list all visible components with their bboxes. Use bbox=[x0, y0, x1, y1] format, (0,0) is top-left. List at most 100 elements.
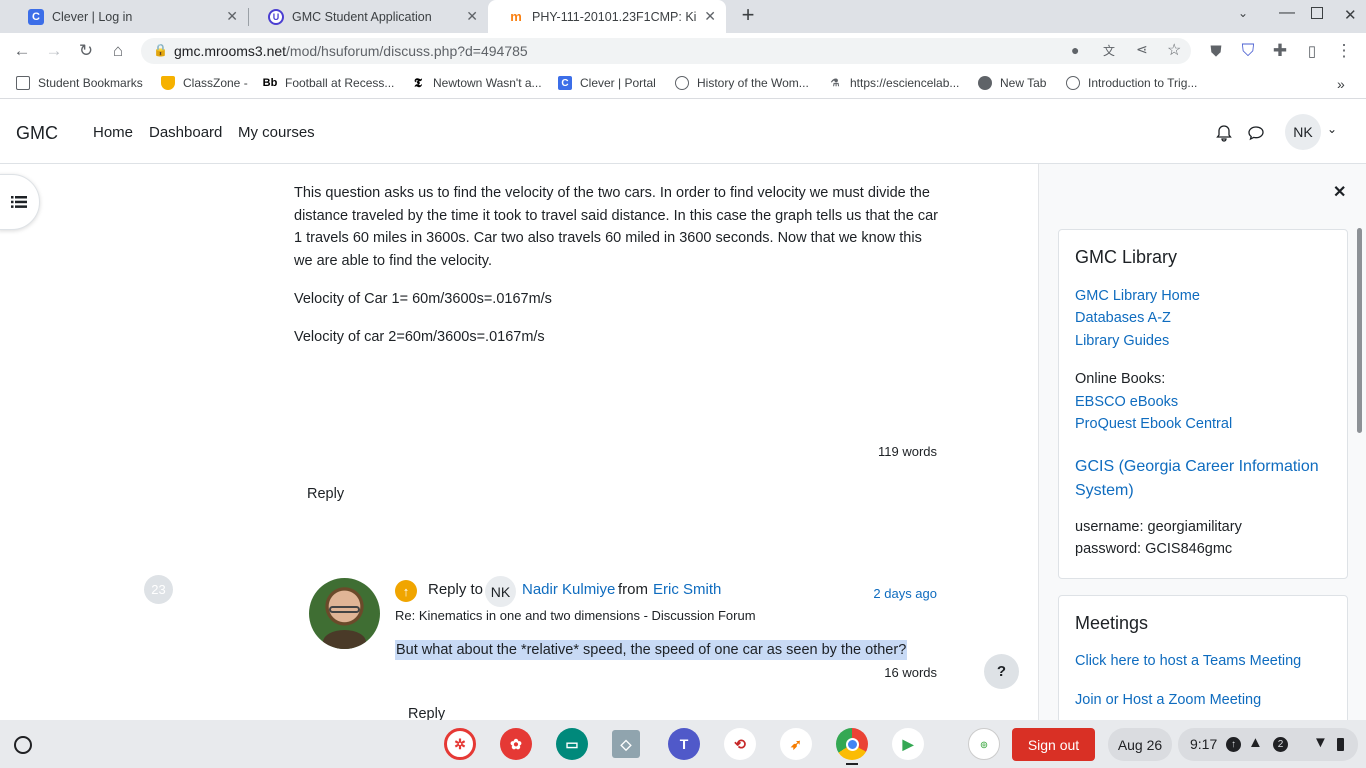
user-avatar[interactable]: NK bbox=[1285, 114, 1321, 150]
home-icon[interactable]: ⌂ bbox=[106, 39, 130, 63]
library-title: GMC Library bbox=[1075, 247, 1178, 267]
clever-icon: C bbox=[28, 8, 44, 25]
address-bar[interactable]: 🔒 gmc.mrooms3.net/mod/hsuforum/discuss.p… bbox=[141, 38, 1191, 64]
glasses-shape bbox=[329, 606, 360, 613]
menu-icon[interactable]: ⋮ bbox=[1332, 39, 1356, 63]
status-tray[interactable]: 9:17 ↑ ▲ 2 ▼ bbox=[1178, 728, 1358, 761]
teams-meeting-link[interactable]: Click here to host a Teams Meeting bbox=[1075, 653, 1301, 669]
bookmark-clever-portal[interactable]: C Clever | Portal bbox=[558, 76, 656, 90]
recipient-name-link[interactable]: Nadir Kulmiye bbox=[522, 581, 615, 598]
lock-icon: 🔒 bbox=[153, 43, 168, 57]
forward-icon[interactable]: → bbox=[42, 39, 66, 63]
site-brand[interactable]: GMC bbox=[16, 123, 58, 144]
date-pill[interactable]: Aug 26 bbox=[1108, 728, 1172, 761]
puzzle-icon[interactable]: ✚ bbox=[1268, 39, 1292, 63]
teams-app-icon[interactable]: T bbox=[668, 728, 700, 760]
nav-dashboard[interactable]: Dashboard bbox=[149, 124, 222, 141]
messages-icon[interactable] bbox=[1247, 125, 1265, 141]
library-home-link[interactable]: GMC Library Home bbox=[1075, 288, 1200, 304]
reply-time-link[interactable]: 2 days ago bbox=[837, 586, 937, 601]
user-menu-chevron-icon[interactable]: ⌄ bbox=[1327, 122, 1337, 136]
side-panel-icon[interactable]: ▯ bbox=[1300, 39, 1324, 63]
translate-icon[interactable]: 文 bbox=[1103, 42, 1115, 59]
bookmark-history[interactable]: History of the Wom... bbox=[675, 76, 809, 90]
flask-icon: ⚗ bbox=[830, 77, 840, 89]
nav-home[interactable]: Home bbox=[93, 124, 133, 141]
extension-icon[interactable]: ⛊ bbox=[1204, 39, 1228, 63]
play-store-app-icon[interactable]: ▶ bbox=[892, 728, 924, 760]
bookmark-classzone[interactable]: ClassZone - bbox=[161, 76, 248, 90]
tab-phy-111[interactable]: m PHY-111-20101.23F1CMP: Kine ✕ bbox=[488, 0, 726, 33]
nav-my-courses[interactable]: My courses bbox=[238, 124, 315, 141]
help-button[interactable]: ? bbox=[984, 654, 1019, 689]
new-tab-icon[interactable]: + bbox=[736, 4, 760, 28]
tab-gmc-student-application[interactable]: U GMC Student Application ✕ bbox=[248, 0, 488, 33]
reply-word-count: 16 words bbox=[884, 665, 937, 680]
proquest-link[interactable]: ProQuest Ebook Central bbox=[1075, 416, 1232, 432]
url-path: /mod/hsuforum/discuss.php?d=494785 bbox=[286, 43, 528, 59]
chrome-app-icon[interactable] bbox=[836, 728, 868, 760]
back-icon[interactable]: ← bbox=[10, 39, 34, 63]
classroom-app-icon[interactable]: ▭ bbox=[556, 728, 588, 760]
databases-link[interactable]: Databases A-Z bbox=[1075, 310, 1171, 326]
close-tab-icon[interactable]: ✕ bbox=[226, 8, 238, 25]
close-tab-icon[interactable]: ✕ bbox=[466, 8, 478, 25]
location-icon[interactable]: ● bbox=[1071, 42, 1079, 58]
clock-time: 9:17 bbox=[1190, 736, 1218, 752]
library-guides-link[interactable]: Library Guides bbox=[1075, 333, 1169, 349]
bookmarks-bar: Student Bookmarks ClassZone - Bb Football… bbox=[0, 69, 1366, 99]
bookmark-student-bookmarks[interactable]: Student Bookmarks bbox=[16, 76, 143, 90]
bookmarks-overflow-icon[interactable]: » bbox=[1337, 76, 1345, 92]
close-drawer-icon[interactable]: ✕ bbox=[1333, 182, 1346, 202]
shield-extension-icon[interactable]: ⛉ bbox=[1236, 39, 1260, 63]
share-icon[interactable]: ⋖ bbox=[1136, 41, 1148, 58]
notification-bell-icon[interactable] bbox=[1215, 124, 1233, 142]
reply-number-badge: 23 bbox=[144, 575, 173, 604]
globe-icon bbox=[675, 76, 689, 90]
close-window-icon[interactable]: ✕ bbox=[1344, 6, 1357, 24]
bookmark-football-at-recess[interactable]: Bb Football at Recess... bbox=[263, 76, 395, 90]
shield-bookmark-icon bbox=[161, 76, 175, 90]
tab-clever-login[interactable]: C Clever | Log in ✕ bbox=[8, 0, 248, 33]
bookmark-star-icon[interactable]: ☆ bbox=[1167, 40, 1181, 60]
wifi-icon: ▼ bbox=[1313, 734, 1328, 751]
ebsco-link[interactable]: EBSCO eBooks bbox=[1075, 394, 1178, 410]
files-app-icon[interactable]: ◇ bbox=[612, 730, 640, 758]
gmc-app-icon: U bbox=[268, 8, 284, 25]
reply-to-label: Reply to bbox=[428, 581, 484, 598]
url-host: gmc.mrooms3.net bbox=[174, 43, 287, 59]
eric-smith-avatar[interactable] bbox=[309, 578, 380, 649]
bookmark-new-tab[interactable]: New Tab bbox=[978, 76, 1046, 90]
maximize-icon[interactable] bbox=[1311, 7, 1323, 19]
bookmark-newtown[interactable]: 𝕿 Newtown Wasn't a... bbox=[411, 75, 542, 90]
gcis-link[interactable]: GCIS (Georgia Career Information System) bbox=[1075, 455, 1335, 503]
course-index-toggle[interactable] bbox=[0, 174, 40, 230]
zoom-meeting-link[interactable]: Join or Host a Zoom Meeting bbox=[1075, 692, 1261, 708]
gcis-password: password: GCIS846gmc bbox=[1075, 541, 1233, 557]
author-name-link[interactable]: Eric Smith bbox=[653, 581, 721, 598]
canvas-app-icon[interactable]: ✲ bbox=[444, 728, 476, 760]
palette-app-icon[interactable]: ✿ bbox=[500, 728, 532, 760]
reload-icon[interactable]: ↻ bbox=[74, 39, 98, 63]
post-word-count: 119 words bbox=[877, 444, 937, 459]
chrome-running-indicator bbox=[846, 763, 858, 765]
minimize-icon[interactable]: — bbox=[1279, 4, 1295, 22]
close-tab-icon[interactable]: ✕ bbox=[704, 8, 716, 25]
recipient-avatar[interactable]: NK bbox=[485, 576, 516, 607]
notification-count-badge: 2 bbox=[1273, 737, 1288, 752]
kite-app-icon[interactable]: ➶ bbox=[780, 728, 812, 760]
reply-reply-button[interactable]: Reply bbox=[408, 706, 445, 720]
gmc-app-icon[interactable]: ◎ bbox=[968, 728, 1000, 760]
drawer-scrollbar[interactable] bbox=[1357, 228, 1362, 433]
tab-search-icon[interactable]: ⌄ bbox=[1238, 6, 1248, 20]
adobe-app-icon[interactable]: ⟲ bbox=[724, 728, 756, 760]
post-reply-button[interactable]: Reply bbox=[307, 486, 344, 502]
block-drawer: ✕ GMC Library GMC Library Home Databases… bbox=[1038, 164, 1366, 720]
gcis-username: username: georgiamilitary bbox=[1075, 519, 1242, 535]
bookmark-intro-trig[interactable]: Introduction to Trig... bbox=[1066, 76, 1197, 90]
globe-icon bbox=[978, 76, 992, 90]
sign-out-button[interactable]: Sign out bbox=[1012, 728, 1095, 761]
launcher-icon[interactable] bbox=[14, 736, 32, 754]
bookmark-esciencelab[interactable]: ⚗ https://esciencelab... bbox=[828, 76, 960, 90]
reply-subject: Re: Kinematics in one and two dimensions… bbox=[395, 608, 756, 623]
